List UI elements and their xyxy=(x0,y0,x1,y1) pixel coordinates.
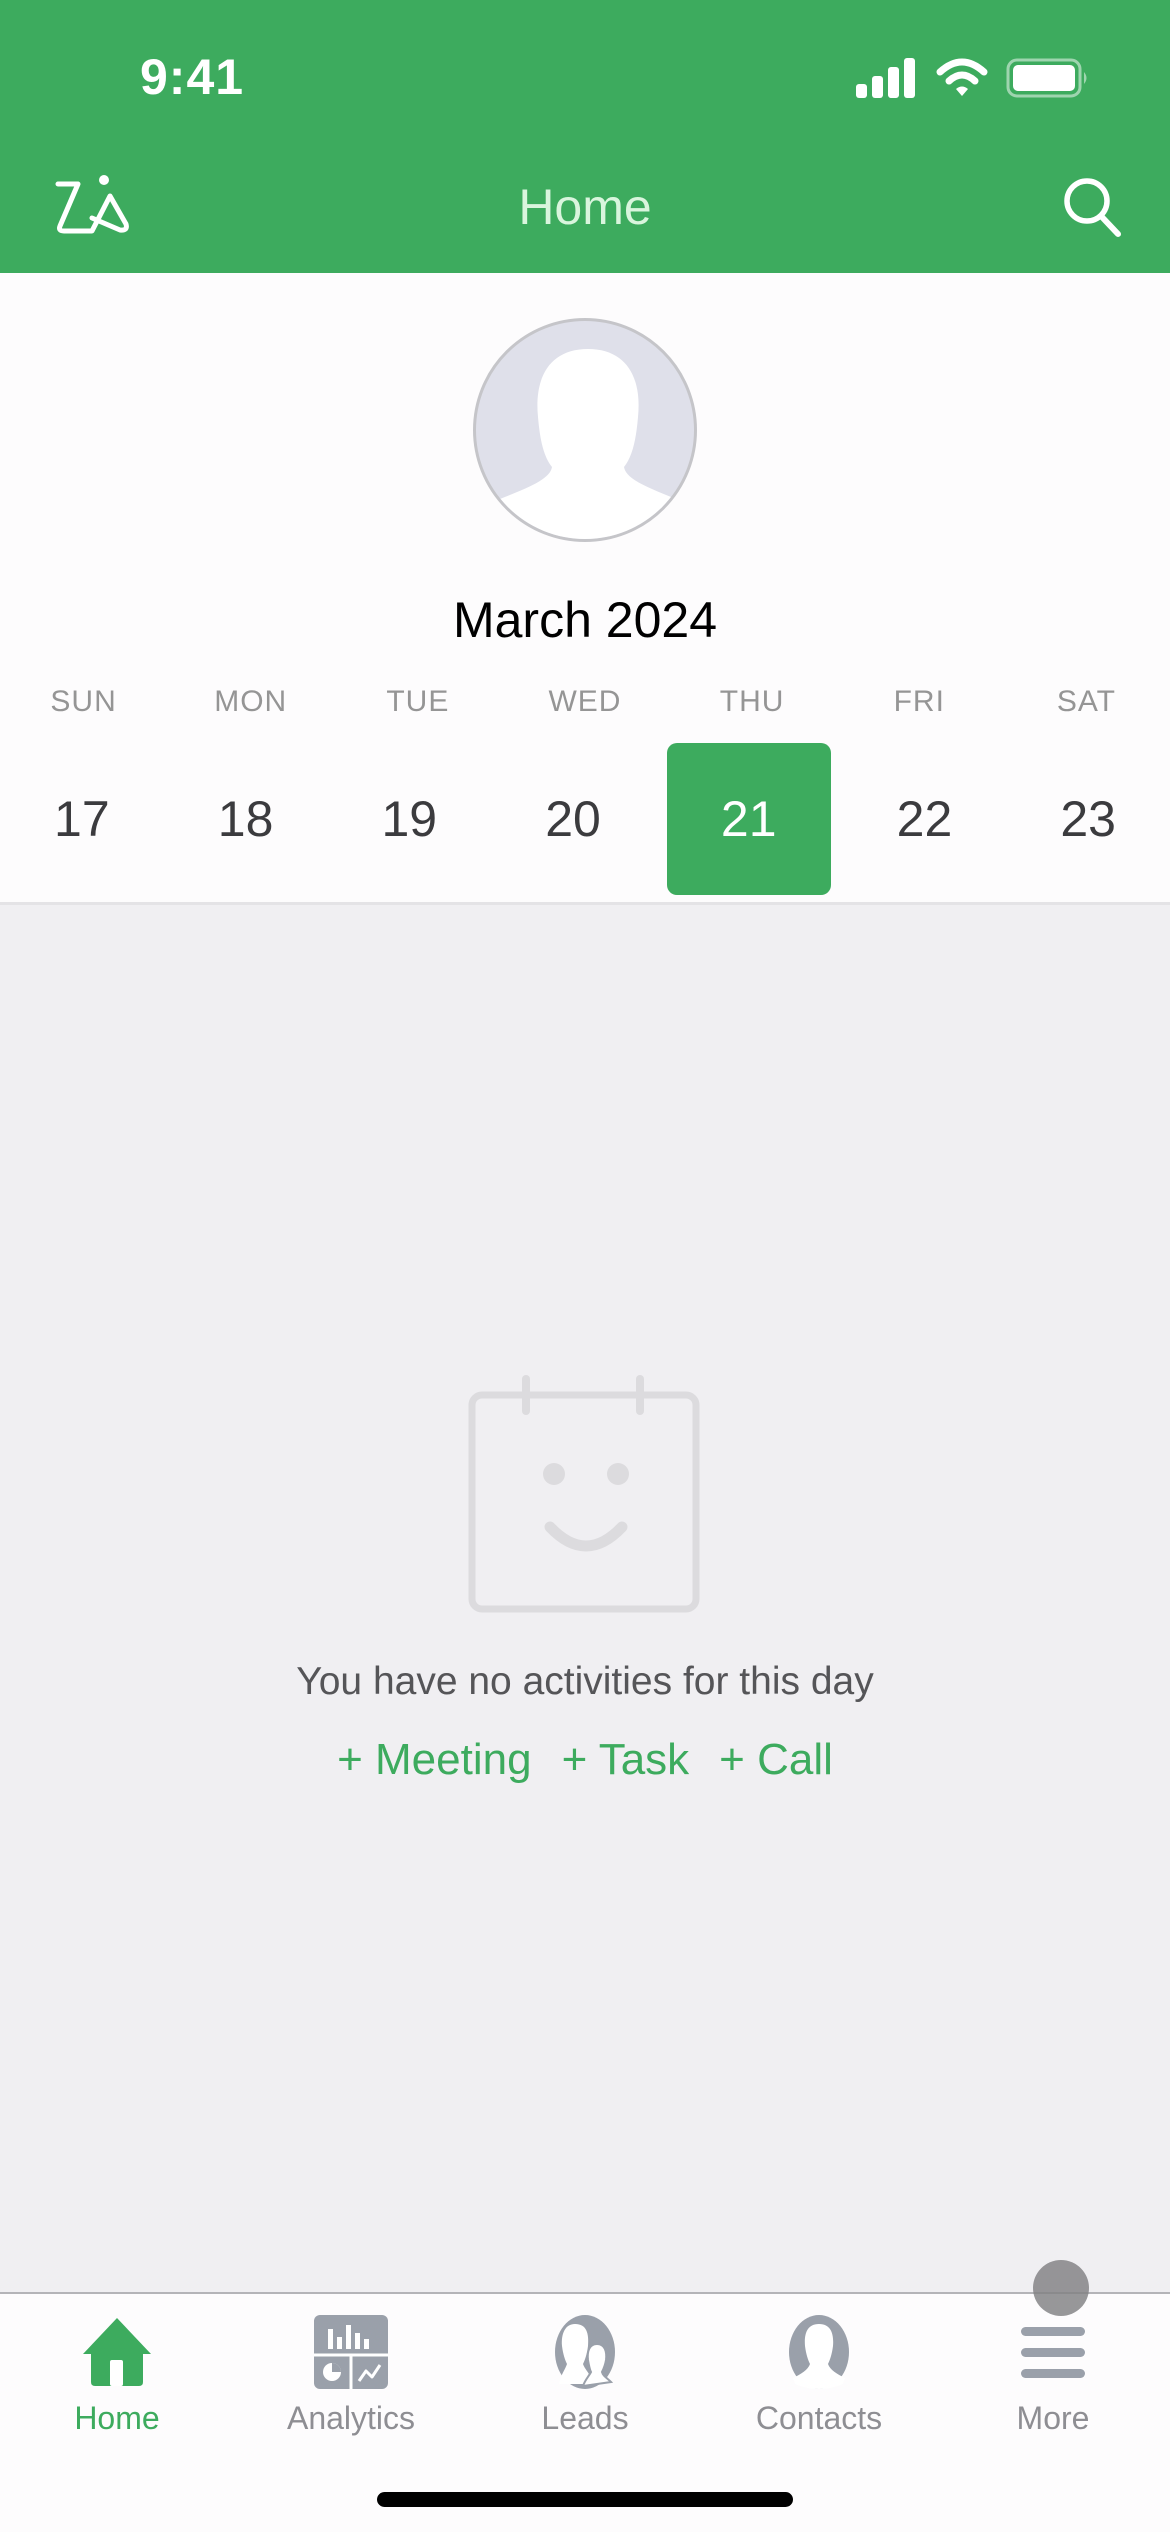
weekday-label: TUE xyxy=(386,685,450,718)
search-icon xyxy=(1064,178,1121,237)
empty-state-message: You have no activities for this day xyxy=(296,1660,874,1703)
tab-home[interactable]: Home xyxy=(0,2294,234,2444)
wifi-icon xyxy=(936,58,988,96)
weekday-label: FRI xyxy=(893,685,945,718)
tab-contacts[interactable]: Contacts xyxy=(702,2294,936,2444)
status-time: 9:41 xyxy=(140,49,245,105)
battery-icon xyxy=(1006,58,1087,98)
home-icon xyxy=(83,2318,151,2386)
tab-label: More xyxy=(1016,2400,1090,2436)
calendar-smile-icon xyxy=(468,1375,700,1613)
contacts-icon xyxy=(789,2315,849,2389)
day-cell[interactable]: 20 xyxy=(491,743,655,895)
tab-label: Leads xyxy=(541,2400,629,2436)
weekday-label: SUN xyxy=(50,685,117,718)
month-title: March 2024 xyxy=(452,592,718,648)
day-cell[interactable]: 22 xyxy=(843,743,1007,895)
day-cell[interactable]: 19 xyxy=(327,743,491,895)
quick-actions: + Meeting + Task + Call xyxy=(0,1735,1170,1785)
tab-label: Analytics xyxy=(286,2400,416,2436)
add-task-button[interactable]: + Task xyxy=(562,1735,690,1785)
day-cell[interactable]: 18 xyxy=(164,743,328,895)
app-header: 9:41 Home xyxy=(0,0,1170,273)
calendar-panel: March 2024 SUN MON TUE WED THU FRI SAT 1… xyxy=(0,273,1170,905)
tab-leads[interactable]: Leads xyxy=(468,2294,702,2444)
menu-icon xyxy=(1021,2327,1085,2378)
search-button[interactable] xyxy=(1060,174,1126,240)
tab-label: Contacts xyxy=(755,2400,883,2436)
week-days-row: 17 18 19 20 21 22 23 xyxy=(0,743,1170,895)
day-cell[interactable]: 23 xyxy=(1006,743,1170,895)
default-avatar-icon xyxy=(500,349,676,539)
status-icons xyxy=(856,58,1090,98)
avatar[interactable] xyxy=(473,318,697,542)
analytics-icon xyxy=(314,2315,388,2389)
weekday-header: SUN MON TUE WED THU FRI SAT xyxy=(0,685,1170,719)
tab-analytics[interactable]: Analytics xyxy=(234,2294,468,2444)
tab-label: Home xyxy=(74,2400,160,2436)
add-meeting-button[interactable]: + Meeting xyxy=(337,1735,531,1785)
weekday-label: WED xyxy=(548,685,622,718)
home-indicator[interactable] xyxy=(377,2492,793,2507)
weekday-label: MON xyxy=(214,685,288,718)
weekday-label: SAT xyxy=(1056,685,1116,718)
tab-more[interactable]: More xyxy=(936,2294,1170,2444)
leads-icon xyxy=(555,2315,615,2389)
page-title: Home xyxy=(518,179,652,235)
touch-indicator xyxy=(1033,2260,1089,2316)
day-cell[interactable]: 17 xyxy=(0,743,164,895)
day-cell-selected[interactable]: 21 xyxy=(666,743,831,895)
add-call-button[interactable]: + Call xyxy=(719,1735,833,1785)
signal-icon xyxy=(856,58,915,98)
weekday-label: THU xyxy=(719,685,785,718)
